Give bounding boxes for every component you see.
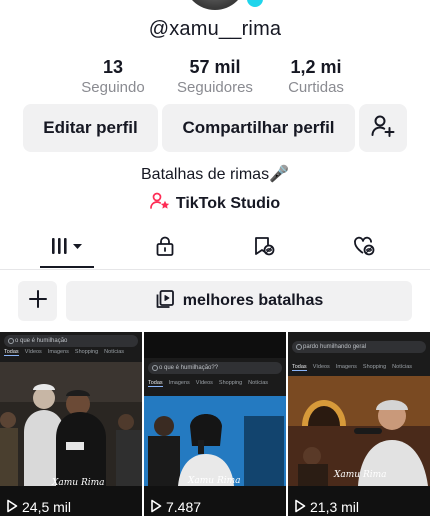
- view-count-label: 21,3 mil: [310, 499, 360, 515]
- stat-likes-count: 1,2 mi: [290, 57, 342, 77]
- playlist-button[interactable]: melhores batalhas: [66, 281, 412, 321]
- tiktok-studio-link[interactable]: TikTok Studio: [0, 192, 430, 215]
- tab-videos[interactable]: [37, 228, 97, 268]
- thumb-search-bar: o que é humilhação??: [148, 362, 282, 374]
- add-friend-button[interactable]: [359, 104, 407, 152]
- stat-following-label: Seguindo: [81, 79, 145, 96]
- view-count-label: 7.487: [166, 499, 202, 515]
- video-thumbnail[interactable]: pardo humilhando geral Todas Vídeos Imagen…: [288, 332, 430, 516]
- share-profile-button[interactable]: Compartilhar perfil: [162, 104, 355, 152]
- thumb-image: [0, 362, 142, 486]
- hidden-bookmark-icon: [252, 235, 276, 262]
- view-count: 7.487: [150, 498, 201, 516]
- profile-bio: Batalhas de rimas🎤: [141, 166, 289, 183]
- view-count: 24,5 mil: [6, 498, 71, 516]
- thumb-watermark: Xamu Rima: [188, 476, 241, 486]
- thumb-search-tabs: Todas Vídeos Imagens Shopping Notícias: [4, 349, 125, 356]
- studio-label: TikTok Studio: [175, 194, 281, 212]
- thumb-search-bar: pardo humilhando geral: [292, 341, 426, 353]
- playlist-icon: [155, 289, 175, 314]
- thumb-search-tabs: Todas Imagens Vídeos Shopping Notícias: [148, 380, 269, 387]
- lock-icon: [154, 235, 176, 262]
- view-count: 21,3 mil: [294, 498, 359, 516]
- play-icon: [6, 499, 18, 516]
- stats-row: 13 Seguindo 57 mil Seguidores 1,2 mi Cur…: [0, 56, 430, 100]
- thumb-image: [144, 396, 286, 486]
- stat-followers-count: 57 mil: [189, 57, 241, 77]
- avatar-area: [0, 0, 430, 14]
- tab-favorites[interactable]: [234, 228, 294, 268]
- thumb-top-bar: [144, 332, 286, 358]
- avatar[interactable]: [185, 0, 245, 10]
- playlist-row: melhores batalhas: [0, 281, 430, 321]
- tab-liked[interactable]: [334, 228, 394, 268]
- thumb-search-bar: o que é humilhação: [4, 335, 138, 347]
- video-thumbnail[interactable]: o que é humilhação Todas Vídeos Imagens Sho…: [0, 332, 142, 516]
- profile-tabs: [0, 228, 430, 270]
- hidden-heart-icon: [352, 235, 376, 262]
- stat-likes-label: Curtidas: [288, 79, 344, 96]
- tab-private[interactable]: [135, 228, 195, 268]
- stat-followers[interactable]: 57 mil Seguidores: [160, 56, 270, 98]
- playlist-label: melhores batalhas: [182, 292, 324, 309]
- avatar-edit-badge[interactable]: [244, 0, 266, 10]
- create-playlist-button[interactable]: [18, 281, 57, 321]
- plus-icon: [28, 289, 48, 314]
- thumb-watermark: Xamu Rima: [334, 470, 387, 480]
- active-tab-indicator: [40, 266, 94, 268]
- stat-followers-label: Seguidores: [177, 79, 253, 96]
- play-icon: [294, 499, 306, 516]
- view-count-label: 24,5 mil: [22, 499, 72, 515]
- play-icon: [150, 499, 162, 516]
- stat-likes[interactable]: 1,2 mi Curtidas: [261, 56, 371, 98]
- username: @xamu__rima: [148, 18, 282, 40]
- stat-following[interactable]: 13 Seguindo: [58, 56, 168, 98]
- studio-icon: [149, 192, 170, 215]
- stat-following-count: 13: [102, 57, 124, 77]
- edit-profile-button[interactable]: Editar perfil: [23, 104, 158, 152]
- add-user-icon: [370, 113, 396, 144]
- video-grid: o que é humilhação Todas Vídeos Imagens Sho…: [0, 332, 430, 516]
- video-grid-icon: [49, 236, 85, 261]
- video-thumbnail[interactable]: o que é humilhação?? Todas Imagens Vídeos S…: [144, 332, 286, 516]
- thumb-search-tabs: Todas Vídeos Imagens Shopping Notícias: [292, 364, 413, 371]
